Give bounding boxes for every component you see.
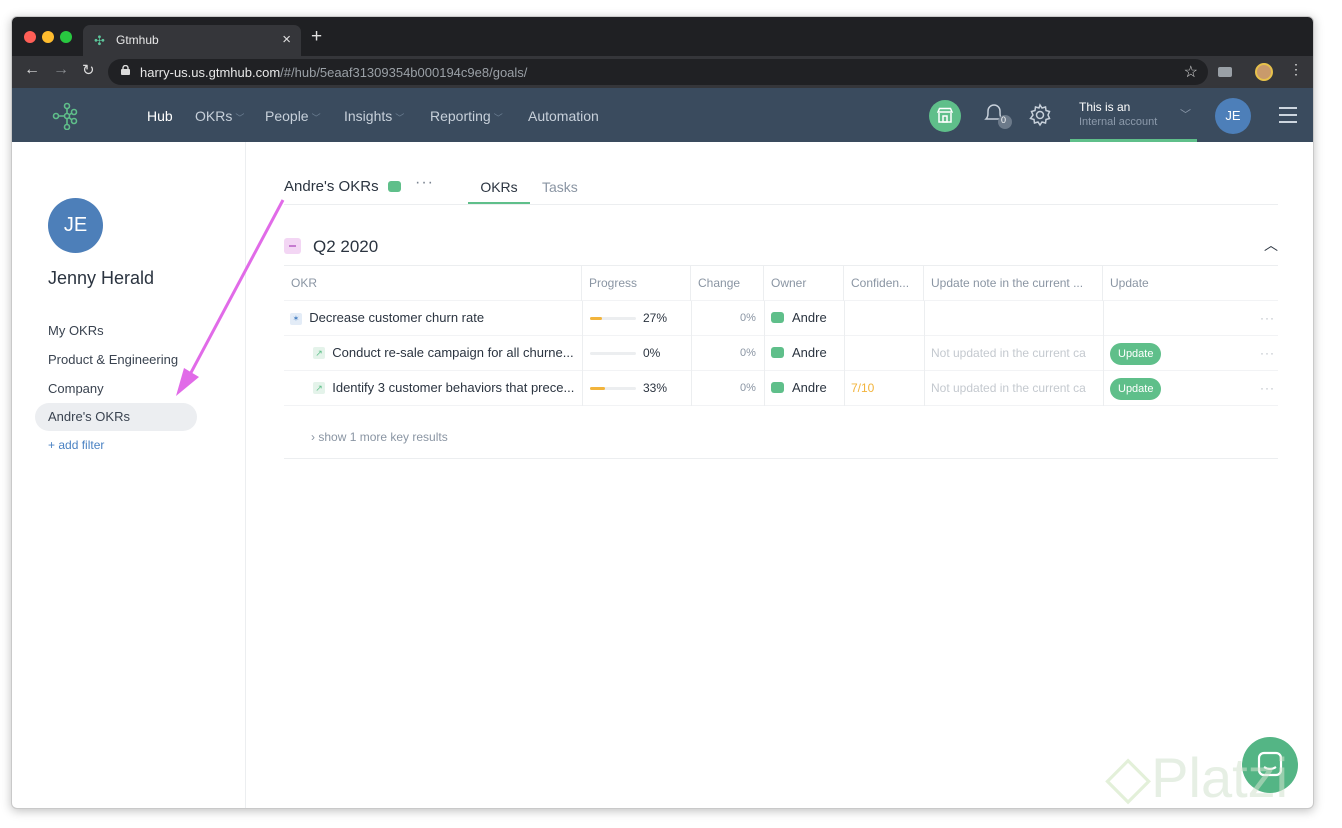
annotation-arrow	[176, 199, 285, 396]
watermark-text: Platzi	[1151, 746, 1289, 809]
platzi-watermark: ◇Platzi	[1105, 743, 1289, 810]
